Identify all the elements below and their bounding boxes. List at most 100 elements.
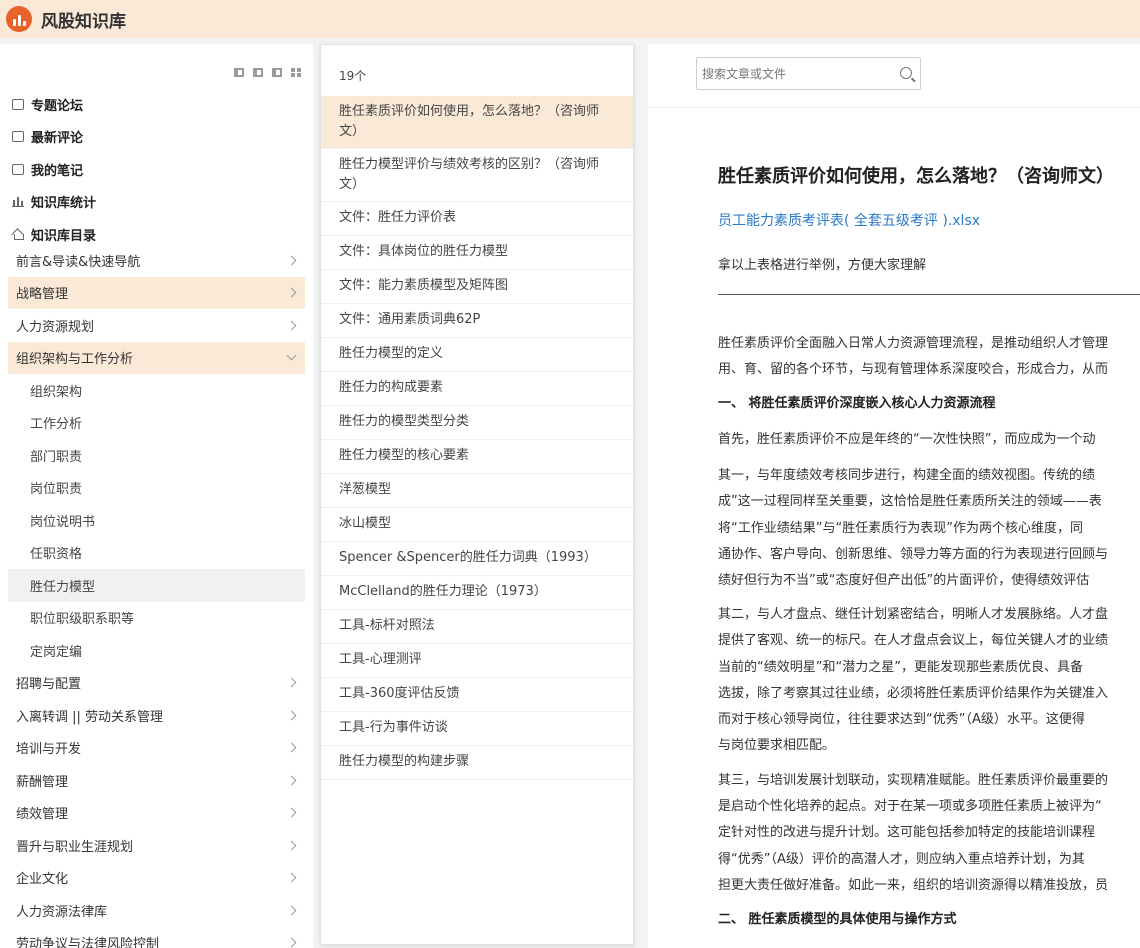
article-list-panel: 19个 胜任素质评价如何使用，怎么落地？（咨询师 文） 胜任力模型评价与绩效考核的… [320, 44, 634, 945]
sidebar-item[interactable]: 劳动争议与法律风险控制 [8, 927, 305, 948]
list-item-title: 胜任力的模型类型分类 [339, 414, 470, 429]
search-input[interactable] [702, 66, 882, 81]
list-item[interactable]: 洋葱模型 [321, 474, 633, 508]
sidebar-item-expanded[interactable]: 组织架构与工作分析 [8, 341, 305, 374]
list-item[interactable]: 工具-行为事件访谈 [321, 712, 633, 746]
paragraph-line: 当前的“绩效明星”和“潜力之星”，更能发现那些素质优良、具备 [718, 660, 1083, 675]
list-item[interactable]: 冰山模型 [321, 508, 633, 542]
view-list-icon[interactable] [234, 68, 244, 77]
paragraph-line: 成”这一过程同样至关重要，这恰恰是胜任素质所关注的领域——表 [718, 494, 1102, 509]
sidebar-item-label: 劳动争议与法律风险控制 [16, 937, 160, 948]
sidebar-item[interactable]: 前言&导读&快速导航 [8, 244, 305, 277]
sidebar-link-label: 知识库目录 [31, 228, 97, 244]
list-item-title: 冰山模型 [339, 516, 392, 531]
sidebar-subitem[interactable]: 岗位职责 [8, 472, 305, 505]
sidebar-item[interactable]: 薪酬管理 [8, 764, 305, 797]
chevron-right-icon [286, 742, 297, 753]
paragraph-line: 与岗位要求相匹配。 [718, 738, 836, 753]
sidebar-item-label: 战略管理 [16, 287, 69, 303]
list-item[interactable]: 胜任力模型的构建步骤 [321, 746, 633, 780]
view-toggles [234, 68, 301, 77]
list-item[interactable]: 胜任力的模型类型分类 [321, 406, 633, 440]
sidebar-subitem-label: 岗位职责 [30, 482, 83, 498]
sidebar-subitem-label: 工作分析 [30, 417, 83, 433]
sidebar-item[interactable]: 人力资源法律库 [8, 894, 305, 927]
chevron-right-icon [286, 872, 297, 883]
divider [648, 107, 1140, 108]
list-item[interactable]: 工具-360度评估反馈 [321, 678, 633, 712]
list-item[interactable]: 胜任力模型评价与绩效考核的区别？（咨询师 文） [321, 149, 633, 202]
search-box[interactable] [696, 57, 921, 90]
chevron-right-icon [286, 905, 297, 916]
list-item-title: 文件：胜任力评价表 [339, 210, 457, 225]
paragraph-line: 绩好但行为不当”或“态度好但产出低”的片面评价，使得绩效评估 [718, 573, 1090, 588]
chevron-right-icon [286, 807, 297, 818]
article-count: 19个 [339, 69, 367, 83]
sidebar-subitem[interactable]: 岗位说明书 [8, 504, 305, 537]
list-item-selected[interactable]: 胜任素质评价如何使用，怎么落地？（咨询师 文） [321, 96, 633, 149]
sidebar-link-notes[interactable]: 我的笔记 [12, 153, 96, 186]
sidebar-item[interactable]: 招聘与配置 [8, 667, 305, 700]
sidebar-item[interactable]: 晋升与职业生涯规划 [8, 829, 305, 862]
top-bar: 风股知识库 [0, 0, 1140, 38]
sidebar-link-label: 最新评论 [31, 131, 84, 147]
list-item[interactable]: 文件：具体岗位的胜任力模型 [321, 236, 633, 270]
section-heading: 二、 胜任素质模型的具体使用与操作方式 [718, 912, 957, 927]
sidebar-item[interactable]: 培训与开发 [8, 732, 305, 765]
list-item[interactable]: 文件：能力素质模型及矩阵图 [321, 270, 633, 304]
article-list: 胜任素质评价如何使用，怎么落地？（咨询师 文） 胜任力模型评价与绩效考核的区别？（… [321, 96, 633, 780]
list-item[interactable]: 文件：胜任力评价表 [321, 202, 633, 236]
list-item-title: McClelland的胜任力理论（1973） [339, 584, 547, 599]
view-grid-icon[interactable] [291, 68, 301, 77]
sidebar-subitem-label: 胜任力模型 [30, 579, 96, 595]
sidebar-subitem[interactable]: 定岗定编 [8, 634, 305, 667]
sidebar-link-stats[interactable]: 知识库统计 [12, 186, 96, 219]
paragraph-line: 其三，与培训发展计划联动，实现精准赋能。胜任素质评价最重要的 [718, 773, 1109, 788]
sidebar-item[interactable]: 战略管理 [8, 276, 305, 309]
list-item[interactable]: 胜任力模型的核心要素 [321, 440, 633, 474]
note-icon [12, 163, 24, 175]
app-title: 风股知识库 [41, 11, 126, 32]
list-item[interactable]: McClelland的胜任力理论（1973） [321, 576, 633, 610]
view-columns-icon[interactable] [253, 68, 263, 77]
article-title: 胜任素质评价如何使用，怎么落地？（咨询师文） [718, 166, 1114, 187]
list-item[interactable]: 胜任力模型的定义 [321, 338, 633, 372]
paragraph-line: 定针对性的改进与提升计划。这可能包括参加特定的技能培训课程 [718, 825, 1096, 840]
sidebar-subitem[interactable]: 组织架构 [8, 374, 305, 407]
list-item[interactable]: 胜任力的构成要素 [321, 372, 633, 406]
sidebar-subitem[interactable]: 工作分析 [8, 407, 305, 440]
chevron-right-icon [286, 775, 297, 786]
chart-icon [12, 196, 24, 208]
sidebar-item[interactable]: 入离转调 || 劳动关系管理 [8, 699, 305, 732]
chevron-right-icon [286, 287, 297, 298]
list-item[interactable]: 工具-标杆对照法 [321, 610, 633, 644]
sidebar-item[interactable]: 人力资源规划 [8, 309, 305, 342]
sidebar-item[interactable]: 绩效管理 [8, 797, 305, 830]
sidebar-item-label: 薪酬管理 [16, 774, 69, 790]
sidebar-item-label: 组织架构与工作分析 [16, 352, 134, 368]
view-detail-icon[interactable] [272, 68, 282, 77]
sidebar-link-comments[interactable]: 最新评论 [12, 121, 96, 154]
paragraph-line: 担更大责任做好准备。如此一来，组织的培训资源得以精准投放，员 [718, 878, 1109, 893]
paragraph-line: 将“工作业绩结果”与“胜任素质行为表现”作为两个核心维度，同 [718, 521, 1083, 536]
sidebar-subitem-label: 部门职责 [30, 449, 83, 465]
list-item[interactable]: Spencer &Spencer的胜任力词典（1993） [321, 542, 633, 576]
sidebar-subitem[interactable]: 任职资格 [8, 537, 305, 570]
sidebar-item-label: 企业文化 [16, 872, 69, 888]
paragraph-line: 而对于核心领导岗位，往往要求达到“优秀”（A级）水平。这便得 [718, 712, 1085, 727]
paragraph-line: 提供了客观、统一的标尺。在人才盘点会议上，每位关键人才的业绩 [718, 633, 1109, 648]
list-item[interactable]: 工具-心理测评 [321, 644, 633, 678]
sidebar-item[interactable]: 企业文化 [8, 862, 305, 895]
article-intro: 拿以上表格进行举例，方便大家理解 [718, 258, 927, 273]
sidebar-subitem-current[interactable]: 胜任力模型 [8, 569, 305, 602]
forum-icon [12, 98, 24, 110]
sidebar-link-label: 专题论坛 [31, 98, 84, 114]
sidebar-subitem[interactable]: 部门职责 [8, 439, 305, 472]
list-item-title: 文件：具体岗位的胜任力模型 [339, 244, 509, 259]
search-icon[interactable] [900, 67, 912, 79]
list-item[interactable]: 文件：通用素质词典62P [321, 304, 633, 338]
attachment-link[interactable]: 员工能力素质考评表( 全套五级考评 ).xlsx [718, 210, 1140, 230]
sidebar-item-label: 晋升与职业生涯规划 [16, 839, 134, 855]
sidebar-link-forum[interactable]: 专题论坛 [12, 88, 96, 121]
sidebar-subitem[interactable]: 职位职级职系职等 [8, 602, 305, 635]
